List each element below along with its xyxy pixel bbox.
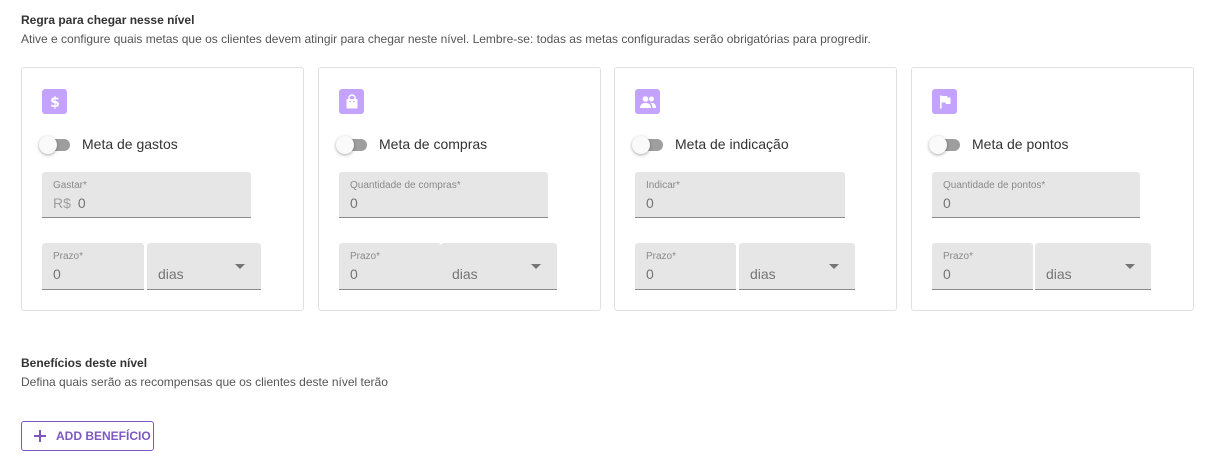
toggle-thumb xyxy=(336,136,354,154)
benefits-section-title: Benefícios deste nível xyxy=(21,356,148,370)
term-unit-value: dias xyxy=(1046,266,1072,282)
goal-card-spending: $ Meta de gastos Gastar* R$ 0 Prazo* 0 di… xyxy=(21,67,304,311)
add-benefit-button[interactable]: ADD BENEFÍCIO xyxy=(21,421,154,451)
chevron-down-icon xyxy=(531,264,541,269)
field-value: R$ 0 xyxy=(53,195,86,211)
field-label: Prazo* xyxy=(943,251,974,262)
plus-icon xyxy=(34,430,46,442)
benefits-section-description: Defina quais serão as recompensas que os… xyxy=(21,375,388,389)
goal-card-purchases: Meta de compras Quantidade de compras* 0… xyxy=(318,67,601,311)
goal-card-points: Meta de pontos Quantidade de pontos* 0 P… xyxy=(911,67,1194,311)
field-label: Indicar* xyxy=(646,180,680,191)
toggle-thumb xyxy=(39,136,57,154)
toggle-thumb xyxy=(632,136,650,154)
spending-goal-toggle[interactable] xyxy=(39,135,75,155)
points-quantity-value: 0 xyxy=(943,195,951,211)
rules-section-description: Ative e configure quais metas que os cli… xyxy=(21,32,871,46)
field-label: Prazo* xyxy=(53,251,84,262)
term-unit-select[interactable]: dias xyxy=(739,243,855,290)
spend-amount-value: 0 xyxy=(77,195,86,211)
dollar-icon: $ xyxy=(42,89,67,114)
referral-count-value: 0 xyxy=(646,195,654,211)
spending-goal-label: Meta de gastos xyxy=(82,136,178,152)
goal-card-referral: Meta de indicação Indicar* 0 Prazo* 0 di… xyxy=(614,67,897,311)
flag-icon xyxy=(932,89,957,114)
field-label: Quantidade de compras* xyxy=(350,180,461,191)
term-field[interactable]: Prazo* 0 xyxy=(42,243,144,290)
field-label: Quantidade de pontos* xyxy=(943,180,1046,191)
purchases-goal-label: Meta de compras xyxy=(379,136,488,152)
points-goal-toggle[interactable] xyxy=(929,135,965,155)
term-unit-select[interactable]: dias xyxy=(147,243,261,290)
field-label: Prazo* xyxy=(350,251,381,262)
toggle-thumb xyxy=(929,136,947,154)
rules-section-title: Regra para chegar nesse nível xyxy=(21,13,195,27)
spend-amount-field[interactable]: Gastar* R$ 0 xyxy=(42,172,251,218)
points-quantity-field[interactable]: Quantidade de pontos* 0 xyxy=(932,172,1140,218)
term-unit-value: dias xyxy=(452,266,478,282)
field-label: Prazo* xyxy=(646,251,677,262)
currency-prefix: R$ xyxy=(53,195,71,211)
term-unit-select[interactable]: dias xyxy=(1035,243,1151,290)
referral-count-field[interactable]: Indicar* 0 xyxy=(635,172,845,218)
term-field[interactable]: Prazo* 0 xyxy=(635,243,736,290)
people-icon xyxy=(635,89,660,114)
points-goal-label: Meta de pontos xyxy=(972,136,1069,152)
term-unit-select[interactable]: dias xyxy=(441,243,557,290)
term-field[interactable]: Prazo* 0 xyxy=(339,243,441,290)
referral-goal-label: Meta de indicação xyxy=(675,136,789,152)
term-value: 0 xyxy=(350,266,358,282)
term-value: 0 xyxy=(646,266,654,282)
chevron-down-icon xyxy=(235,264,245,269)
purchases-goal-toggle[interactable] xyxy=(336,135,372,155)
term-field[interactable]: Prazo* 0 xyxy=(932,243,1033,290)
term-unit-value: dias xyxy=(750,266,776,282)
purchases-quantity-value: 0 xyxy=(350,195,358,211)
field-label: Gastar* xyxy=(53,180,87,191)
term-value: 0 xyxy=(53,266,61,282)
purchases-quantity-field[interactable]: Quantidade de compras* 0 xyxy=(339,172,548,218)
term-value: 0 xyxy=(943,266,951,282)
shopping-bag-icon xyxy=(339,89,364,114)
chevron-down-icon xyxy=(829,264,839,269)
svg-text:$: $ xyxy=(50,95,60,110)
term-unit-value: dias xyxy=(158,266,184,282)
referral-goal-toggle[interactable] xyxy=(632,135,668,155)
chevron-down-icon xyxy=(1125,264,1135,269)
add-benefit-label: ADD BENEFÍCIO xyxy=(56,429,151,443)
